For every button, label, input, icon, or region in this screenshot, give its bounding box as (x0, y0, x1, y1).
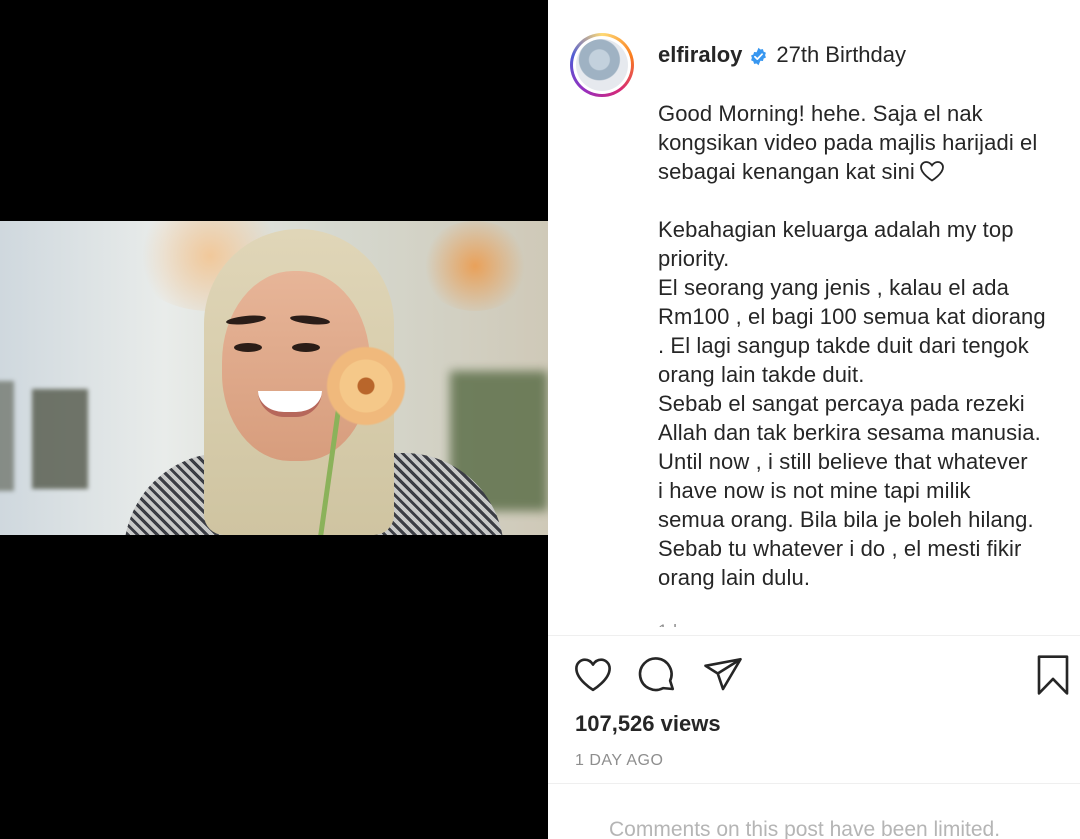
flower (318, 346, 414, 426)
subject-eye (234, 343, 262, 352)
subject-eye (292, 343, 320, 352)
post-caption: Good Morning! hehe. Saja el nak kongsika… (658, 99, 1068, 627)
caption-line: orang lain takde duit. (658, 362, 865, 387)
caption-line: Until now , i still believe that whateve… (658, 449, 1028, 474)
caption-line: Sebab tu whatever i do , el mesti fikir (658, 536, 1022, 561)
divider (548, 783, 1080, 784)
username-link[interactable]: elfiraloy (658, 42, 742, 68)
post-header: elfiraloy 27th Birthday (548, 0, 1080, 110)
caption-line: . El lagi sangup takde duit dari tengok (658, 333, 1029, 358)
post-actions-bar (570, 654, 1069, 698)
caption-timestamp[interactable]: 1d (658, 616, 1068, 627)
comment-icon[interactable] (636, 654, 680, 698)
post-sidebar: elfiraloy 27th Birthday Good Morning! he… (548, 0, 1080, 839)
divider (548, 635, 1080, 636)
caption-line: i have now is not mine tapi milik (658, 478, 971, 503)
comments-limited-notice: Comments on this post have been limited. (609, 818, 1001, 839)
caption-line: Good Morning! hehe. Saja el nak (658, 101, 983, 126)
background-frame (0, 381, 14, 491)
background-bokeh (420, 221, 530, 311)
caption-line: sebagai kenangan kat sini (658, 157, 1068, 186)
post-author-line: elfiraloy 27th Birthday (658, 42, 906, 68)
caption-line: El seorang yang jenis , kalau el ada (658, 275, 1009, 300)
caption-line: semua orang. Bila bila je boleh hilang. (658, 507, 1034, 532)
caption-line: kongsikan video pada majlis harijadi el (658, 130, 1038, 155)
post-location-link[interactable]: 27th Birthday (776, 42, 906, 68)
caption-line: Sebab el sangat percaya pada rezeki (658, 391, 1025, 416)
caption-line: orang lain dulu. (658, 565, 811, 590)
caption-line: Kebahagian keluarga adalah my top (658, 217, 1014, 242)
caption-line: Rm100 , el bagi 100 semua kat diorang (658, 304, 1046, 329)
bookmark-icon[interactable] (1032, 654, 1076, 698)
view-count[interactable]: 107,526 views (575, 711, 721, 737)
caption-text: sebagai kenangan kat sini (658, 159, 915, 184)
avatar-frame (573, 36, 631, 94)
heart-emoji-icon (919, 160, 945, 182)
post-date[interactable]: 1 DAY AGO (575, 752, 663, 770)
post-media[interactable] (0, 0, 548, 839)
caption-line: Allah dan tak berkira sesama manusia. (658, 420, 1041, 445)
caption-line: priority. (658, 246, 730, 271)
verified-badge-icon (749, 46, 768, 65)
paper-plane-icon[interactable] (702, 654, 746, 698)
avatar[interactable] (570, 33, 634, 97)
background-frame (32, 389, 88, 489)
post-video-frame[interactable] (0, 221, 548, 535)
avatar-image (576, 39, 628, 91)
heart-icon[interactable] (572, 654, 616, 698)
